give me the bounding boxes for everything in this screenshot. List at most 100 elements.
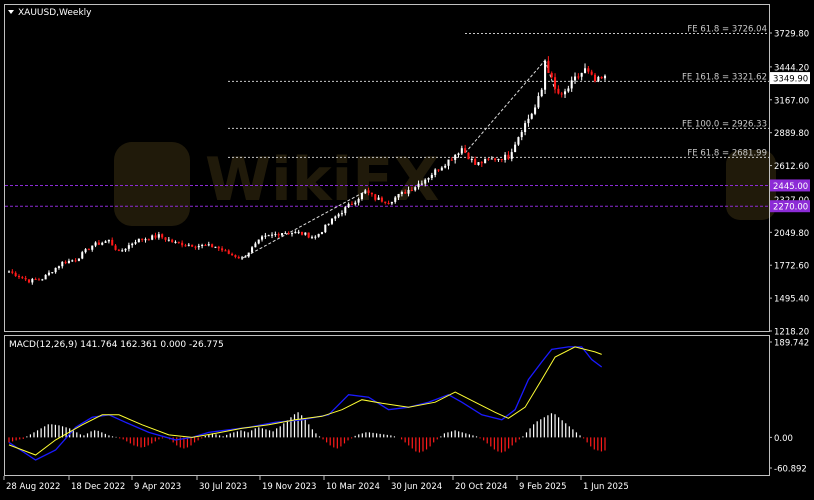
price-axis-tick-label: 1218.20 <box>774 328 809 338</box>
symbol-header[interactable]: XAUUSD,Weekly <box>8 8 92 18</box>
candle-body <box>380 197 383 202</box>
candle-body <box>404 192 407 194</box>
time-axis-tick-label: 1 Jun 2025 <box>583 482 629 492</box>
time-axis-tick-label: 18 Dec 2022 <box>71 482 125 492</box>
candle-body <box>277 234 280 236</box>
candle-body <box>237 256 240 259</box>
candle-body <box>44 274 47 280</box>
candle-body <box>290 233 294 235</box>
candle-body <box>51 272 54 274</box>
candle-body <box>241 257 244 259</box>
candle-body <box>494 158 497 161</box>
candle-body <box>557 88 560 94</box>
candle-body <box>504 154 507 160</box>
candle-body <box>91 245 94 250</box>
candle-body <box>87 249 90 251</box>
candle-body <box>367 190 370 193</box>
candle-body <box>134 242 137 244</box>
time-axis-tick-label: 10 Mar 2024 <box>326 482 380 492</box>
candle-body <box>310 236 314 238</box>
fibonacci-extension-label: FE 61.8 = 3726.04 <box>687 24 767 34</box>
candle-body <box>81 252 84 259</box>
candle-body <box>560 93 563 95</box>
candle-body <box>127 245 130 249</box>
candle-body <box>271 234 274 236</box>
candle-body <box>357 199 360 203</box>
candle-body <box>231 253 234 256</box>
candle-body <box>221 248 224 251</box>
candle-body <box>7 271 11 273</box>
candle-body <box>274 234 277 236</box>
candle-body <box>490 158 493 160</box>
candle-body <box>154 235 157 238</box>
candle-body <box>157 234 160 238</box>
candle-body <box>211 244 214 248</box>
candle-body <box>144 239 147 241</box>
candle-body <box>307 232 310 238</box>
candle-body <box>530 113 533 119</box>
candle-body <box>537 96 540 108</box>
candle-body <box>510 152 513 159</box>
candle-body <box>84 249 87 253</box>
price-axis-tick-label: 2049.80 <box>774 229 809 239</box>
candle-body <box>74 260 77 262</box>
chart-canvas[interactable]: WikiFX FE 61.8 = 3726.04 FE 161.8 = 3321.… <box>0 0 814 496</box>
candle-body <box>254 243 257 248</box>
candle-body <box>360 193 363 200</box>
candle-body <box>347 203 350 208</box>
candle-body <box>420 183 423 185</box>
fibonacci-extension-label: FE 61.8 = 2681.99 <box>687 148 767 158</box>
candle-body <box>61 261 64 267</box>
candle-body <box>207 244 210 246</box>
candle-body <box>117 249 120 251</box>
candle-body <box>507 154 510 159</box>
candle-body <box>603 75 607 79</box>
candle-body <box>257 239 260 244</box>
candle-body <box>447 159 450 166</box>
candle-body <box>111 239 114 246</box>
candle-body <box>280 233 284 236</box>
candle-body <box>370 192 373 195</box>
candle-body <box>427 177 430 180</box>
candle-body <box>314 236 317 238</box>
time-axis-tick-label: 20 Oct 2024 <box>455 482 508 492</box>
candle-body <box>384 201 387 204</box>
candle-body <box>574 76 577 81</box>
candle-body <box>77 258 80 261</box>
candle-body <box>187 244 190 246</box>
candle-body <box>450 159 453 161</box>
candle-body <box>400 192 403 195</box>
candle-body <box>374 194 377 200</box>
candle-body <box>227 250 230 254</box>
candle-body <box>107 239 110 242</box>
candle-body <box>124 248 127 251</box>
candle-body <box>64 261 67 264</box>
candle-body <box>390 201 393 204</box>
fibonacci-extension-label: FE 161.8 = 3321.62 <box>682 72 767 82</box>
price-axis-tick-label: 1772.60 <box>774 262 809 272</box>
time-axis-tick-label: 19 Nov 2023 <box>262 482 316 492</box>
candle-body <box>394 197 397 202</box>
candle-body <box>137 238 140 243</box>
candle-body <box>194 246 197 248</box>
candle-body <box>320 232 324 234</box>
symbol-title: XAUUSD,Weekly <box>18 8 92 18</box>
candle-body <box>477 162 480 165</box>
candle-body <box>47 272 50 275</box>
candle-body <box>524 123 527 133</box>
price-axis-tick-label: 2889.80 <box>774 129 809 139</box>
candle-body <box>287 233 290 235</box>
macd-axis-tick-label: -60.892 <box>774 465 807 475</box>
candle-body <box>21 277 24 279</box>
candle-body <box>337 214 340 217</box>
candle-body <box>24 277 27 280</box>
candle-body <box>34 279 37 281</box>
candle-body <box>487 158 490 160</box>
candle-body <box>324 224 327 233</box>
candle-body <box>414 187 417 191</box>
fibonacci-extension-label: FE 100.0 = 2926.33 <box>682 119 767 129</box>
current-price-label: 3349.90 <box>773 75 808 85</box>
chart-window[interactable]: WikiFX FE 61.8 = 3726.04 FE 161.8 = 3321.… <box>0 0 814 496</box>
candle-body <box>460 148 463 154</box>
candle-body <box>577 76 580 78</box>
